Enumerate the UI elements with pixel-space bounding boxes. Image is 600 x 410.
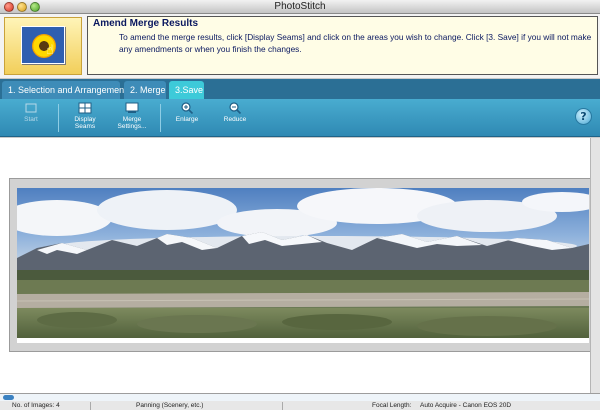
header-panel: ☝ Amend Merge Results To amend the merge… (0, 14, 600, 78)
focal-length-value: Auto Acquire - Canon EOS 20D (420, 402, 512, 409)
hand-cursor-icon: ☝ (46, 43, 54, 58)
sunflower-photo-icon: ☝ (21, 26, 65, 64)
tab-save[interactable]: 3.Save (169, 81, 204, 99)
help-button[interactable]: ? (575, 108, 592, 125)
reduce-button[interactable]: Reduce (220, 102, 250, 123)
instruction-text: To amend the merge results, click [Displ… (119, 32, 592, 54)
toolbar-separator (160, 104, 161, 132)
image-count: No. of Images: 4 (12, 402, 60, 409)
window-title: PhotoStitch (274, 1, 326, 12)
panorama-frame (9, 178, 595, 352)
merge-settings-label: Merge Settings... (117, 116, 147, 130)
start-icon (25, 103, 37, 113)
tab-merge[interactable]: 2. Merge (124, 81, 166, 99)
status-bar: No. of Images: 4 Panning (Scenery, etc.)… (0, 393, 600, 410)
status-divider (282, 402, 283, 410)
merge-mode: Panning (Scenery, etc.) (136, 402, 204, 409)
panorama-photo (17, 188, 589, 343)
merge-settings-icon (125, 102, 139, 113)
focal-length-label: Focal Length: (372, 402, 412, 409)
image-count-value: 4 (56, 402, 60, 409)
vertical-scrollbar[interactable] (590, 138, 600, 393)
enlarge-button[interactable]: Enlarge (172, 102, 202, 123)
display-seams-icon (78, 102, 92, 114)
image-count-label: No. of Images: (12, 402, 55, 409)
panorama-image[interactable] (17, 188, 589, 343)
toolbar-separator (58, 104, 59, 132)
status-divider (90, 402, 91, 410)
instruction-title: Amend Merge Results (93, 18, 199, 29)
preview-canvas (0, 138, 595, 393)
app-logo: ☝ (4, 17, 82, 75)
tab-selection-and-arrangement[interactable]: 1. Selection and Arrangement (2, 81, 127, 99)
title-bar: PhotoStitch (0, 0, 600, 14)
zoom-in-icon (181, 102, 194, 114)
step-tabs: 1. Selection and Arrangement 2. Merge 3.… (0, 79, 600, 99)
reduce-label: Reduce (223, 116, 247, 123)
toolbar: Start Display Seams Merge Settings... En… (0, 99, 600, 137)
display-seams-button[interactable]: Display Seams (68, 102, 102, 130)
zoom-out-icon (229, 102, 242, 114)
horizontal-scrollbar[interactable] (0, 394, 600, 401)
instruction-box: Amend Merge Results To amend the merge r… (87, 16, 598, 75)
scrollbar-thumb[interactable] (3, 395, 14, 400)
start-button[interactable]: Start (20, 102, 42, 123)
start-label: Start (24, 116, 38, 123)
display-seams-label: Display Seams (74, 116, 96, 130)
enlarge-label: Enlarge (175, 116, 199, 123)
merge-settings-button[interactable]: Merge Settings... (112, 102, 152, 130)
